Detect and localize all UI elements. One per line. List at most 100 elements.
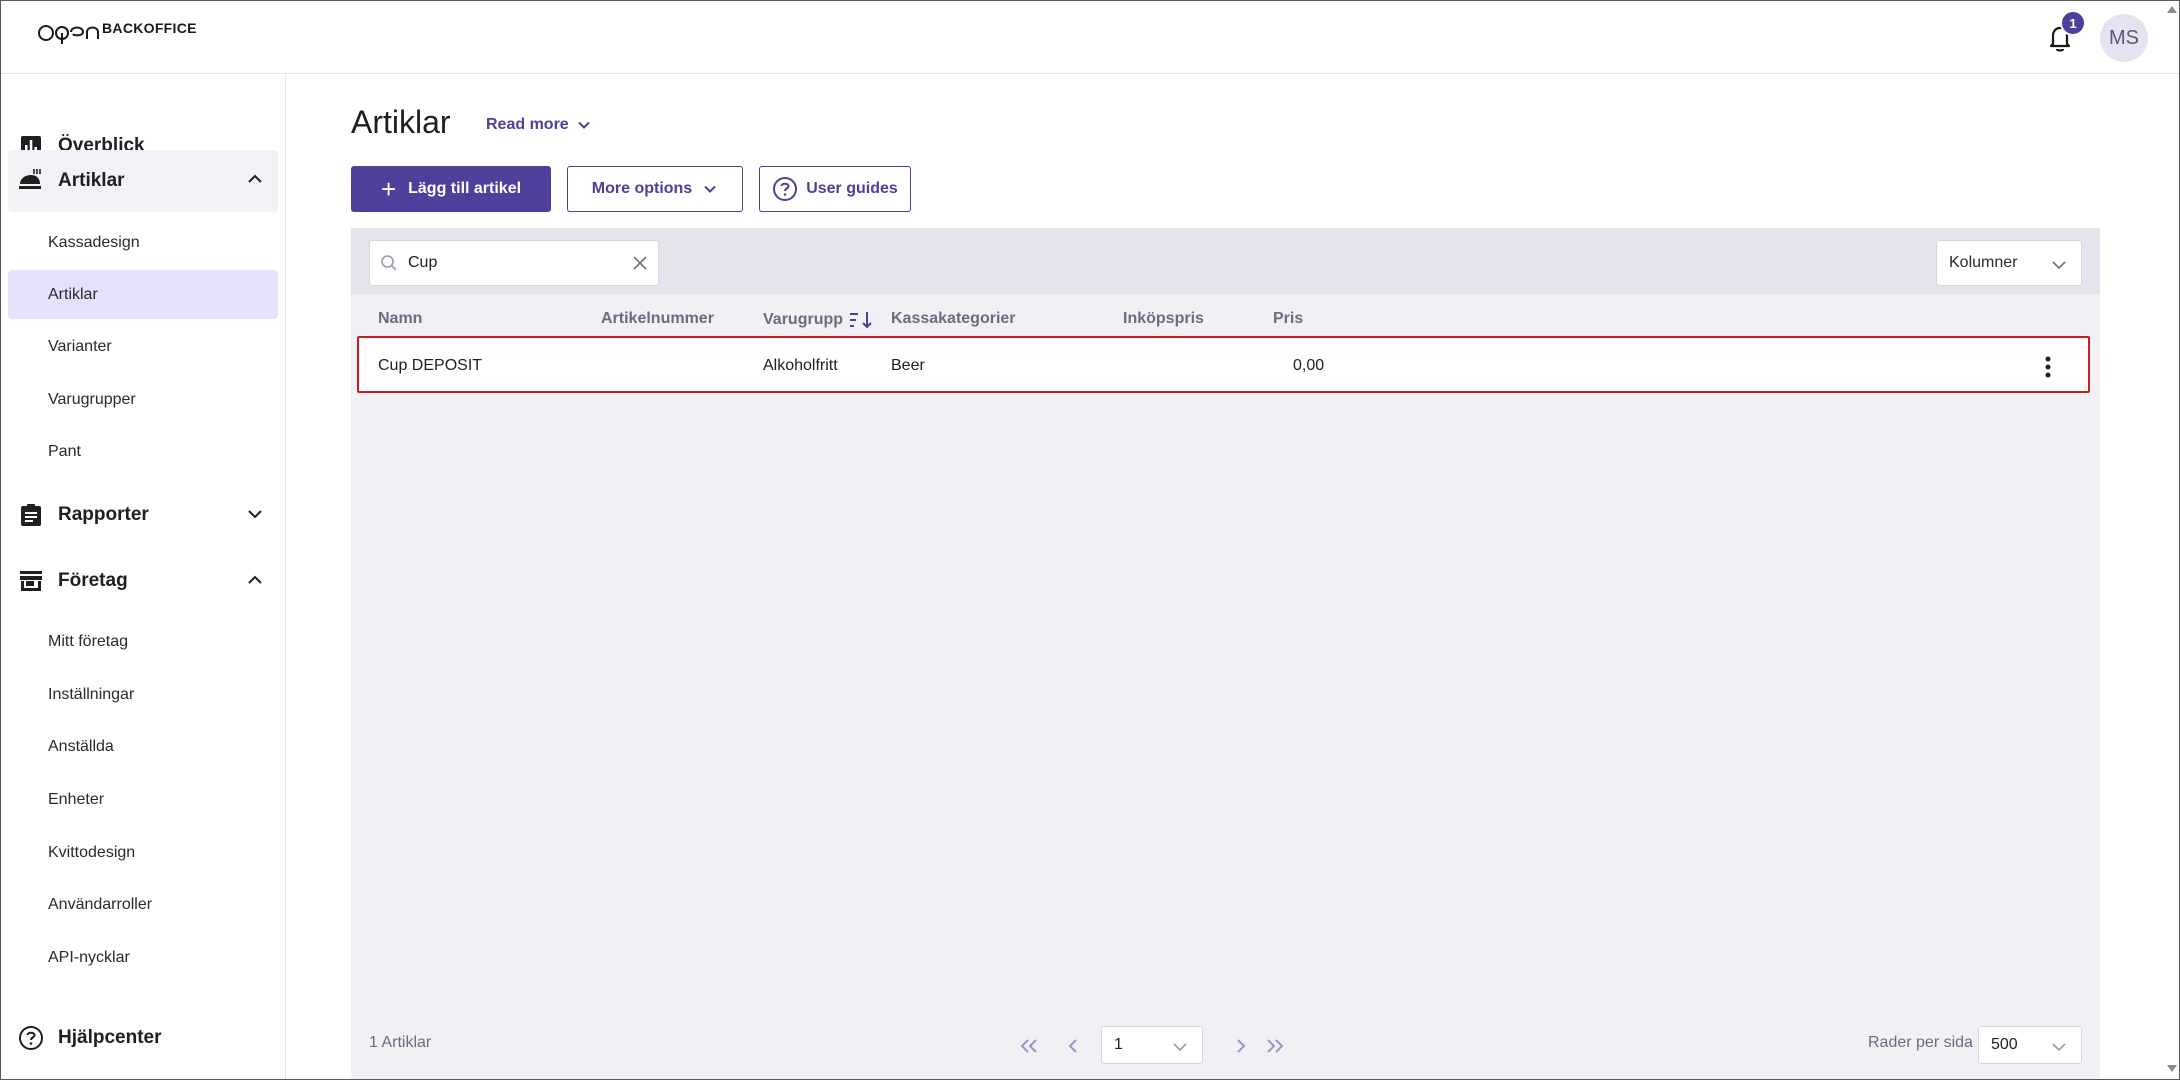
close-icon — [633, 256, 647, 270]
chevron-down-icon — [248, 510, 262, 519]
page-title: Artiklar — [351, 104, 451, 140]
sidebar-item-enheter[interactable]: Enheter — [8, 775, 278, 824]
rows-per-page-label: Rader per sida — [1868, 1034, 1973, 1051]
chevron-up-icon — [248, 575, 262, 584]
sidebar-group-reports[interactable]: Rapporter — [8, 485, 278, 545]
sidebar-item-kvittodesign[interactable]: Kvittodesign — [8, 828, 278, 877]
sidebar-group-label: Rapporter — [58, 504, 149, 525]
sidebar-item-api-nycklar[interactable]: API-nycklar — [8, 933, 278, 982]
sidebar-item-mitt-foretag[interactable]: Mitt företag — [8, 617, 278, 666]
sidebar-item-label: Anställda — [48, 737, 114, 755]
column-header-product-group[interactable]: Varugrupp — [763, 310, 873, 330]
rows-per-page-value: 500 — [1991, 1036, 2018, 1053]
add-article-label: Lägg till artikel — [408, 180, 522, 197]
table-toolbar: Cup Kolumner — [351, 228, 2100, 294]
more-options-label: More options — [591, 180, 693, 197]
add-article-button[interactable]: + Lägg till artikel — [351, 166, 551, 212]
column-header-price[interactable]: Pris — [1273, 310, 1303, 328]
logo[interactable]: BACKOFFICE — [38, 20, 197, 46]
sidebar-item-label: Kvittodesign — [48, 843, 136, 861]
clear-search-button[interactable] — [632, 255, 648, 271]
plus-icon: + — [380, 174, 397, 204]
sidebar: Överblick Artiklar Kassadesign Artiklar … — [0, 74, 286, 1080]
sidebar-group-label: Artiklar — [58, 170, 125, 191]
sidebar-item-help[interactable]: Hjälpcenter — [8, 1008, 278, 1068]
search-field[interactable]: Cup — [369, 240, 659, 286]
row-actions-button[interactable] — [2044, 356, 2052, 378]
top-bar: BACKOFFICE 1 MS — [0, 0, 2180, 74]
sidebar-group-company[interactable]: Företag — [8, 551, 278, 611]
chevron-up-icon — [248, 174, 262, 183]
search-input[interactable]: Cup — [408, 254, 632, 272]
chevron-right-icon — [1237, 1039, 1246, 1053]
scroll-down-arrow-icon[interactable] — [2166, 1064, 2178, 1074]
sidebar-item-label: Användarroller — [48, 895, 153, 913]
user-guides-button[interactable]: User guides — [759, 166, 911, 212]
sidebar-item-artiklar[interactable]: Artiklar — [8, 270, 278, 319]
sidebar-item-label: Enheter — [48, 790, 105, 808]
open-logo-icon — [38, 25, 99, 44]
help-icon — [18, 1025, 44, 1051]
search-icon — [380, 254, 398, 272]
sidebar-item-varianter[interactable]: Varianter — [8, 322, 278, 371]
logo-text: BACKOFFICE — [102, 20, 197, 36]
chevron-down-icon — [704, 185, 716, 193]
read-more-link[interactable]: Read more — [486, 116, 591, 134]
sidebar-item-label: Pant — [48, 442, 81, 460]
column-header-pos-category[interactable]: Kassakategorier — [891, 310, 1016, 328]
scroll-up-arrow-icon[interactable] — [2166, 4, 2178, 14]
more-options-button[interactable]: More options — [567, 166, 743, 212]
column-header-name[interactable]: Namn — [378, 310, 422, 328]
articles-table-panel: Cup Kolumner Namn Artikelnummer Varugrup… — [351, 228, 2100, 1080]
notification-badge: 1 — [2060, 10, 2086, 36]
last-page-button[interactable] — [1263, 1034, 1287, 1058]
cell-pos-category: Beer — [891, 357, 925, 374]
chevron-left-icon — [1068, 1039, 1077, 1053]
chevrons-left-icon — [1020, 1039, 1037, 1053]
table-row[interactable]: Cup DEPOSIT Alkoholfritt Beer 0,00 — [357, 336, 2090, 393]
sidebar-item-installningar[interactable]: Inställningar — [8, 670, 278, 719]
sidebar-item-label: Mitt företag — [48, 632, 129, 650]
sidebar-item-label: Kassadesign — [48, 233, 140, 251]
food-icon — [18, 168, 44, 194]
clipboard-icon — [18, 502, 44, 528]
sidebar-item-kassadesign[interactable]: Kassadesign — [8, 218, 278, 267]
sidebar-item-varugrupper[interactable]: Varugrupper — [8, 375, 278, 424]
avatar[interactable]: MS — [2100, 14, 2148, 62]
sidebar-item-label: Varianter — [48, 337, 112, 355]
article-count: 1 Artiklar — [369, 1034, 432, 1051]
user-guides-label: User guides — [806, 180, 898, 197]
chevron-down-icon — [1173, 1043, 1187, 1052]
sidebar-item-pant[interactable]: Pant — [8, 427, 278, 476]
sidebar-group-label: Företag — [58, 570, 128, 591]
sidebar-item-anvandarroller[interactable]: Användarroller — [8, 880, 278, 929]
sidebar-group-articles[interactable]: Artiklar — [8, 150, 278, 212]
chevrons-right-icon — [1267, 1039, 1284, 1053]
cell-name: Cup DEPOSIT — [378, 357, 483, 374]
help-circle-icon — [773, 177, 798, 201]
first-page-button[interactable] — [1017, 1034, 1041, 1058]
sidebar-item-anstallda[interactable]: Anställda — [8, 722, 278, 771]
rows-per-page-select[interactable]: 500 — [1978, 1026, 2082, 1064]
sidebar-item-label: Varugrupper — [48, 390, 136, 408]
read-more-label: Read more — [486, 116, 569, 133]
chevron-down-icon — [2052, 1043, 2066, 1052]
more-vertical-icon — [2045, 356, 2051, 378]
sidebar-item-label: Artiklar — [48, 285, 98, 303]
sidebar-item-label: Inställningar — [48, 685, 135, 703]
columns-select[interactable]: Kolumner — [1936, 240, 2082, 286]
cell-product-group: Alkoholfritt — [763, 357, 838, 374]
current-page: 1 — [1114, 1036, 1123, 1053]
column-header-purchase-price[interactable]: Inköpspris — [1123, 310, 1204, 328]
column-header-article-number[interactable]: Artikelnummer — [601, 310, 714, 328]
column-header-label: Varugrupp — [763, 311, 844, 328]
cell-price: 0,00 — [1293, 357, 1325, 374]
previous-page-button[interactable] — [1061, 1034, 1085, 1058]
columns-label: Kolumner — [1949, 254, 2018, 271]
sort-descending-icon — [850, 312, 872, 329]
sidebar-item-label: Hjälpcenter — [58, 1027, 162, 1048]
chevron-down-icon — [577, 121, 590, 129]
page-select[interactable]: 1 — [1101, 1026, 1203, 1064]
chevron-down-icon — [2052, 261, 2066, 270]
next-page-button[interactable] — [1229, 1034, 1253, 1058]
